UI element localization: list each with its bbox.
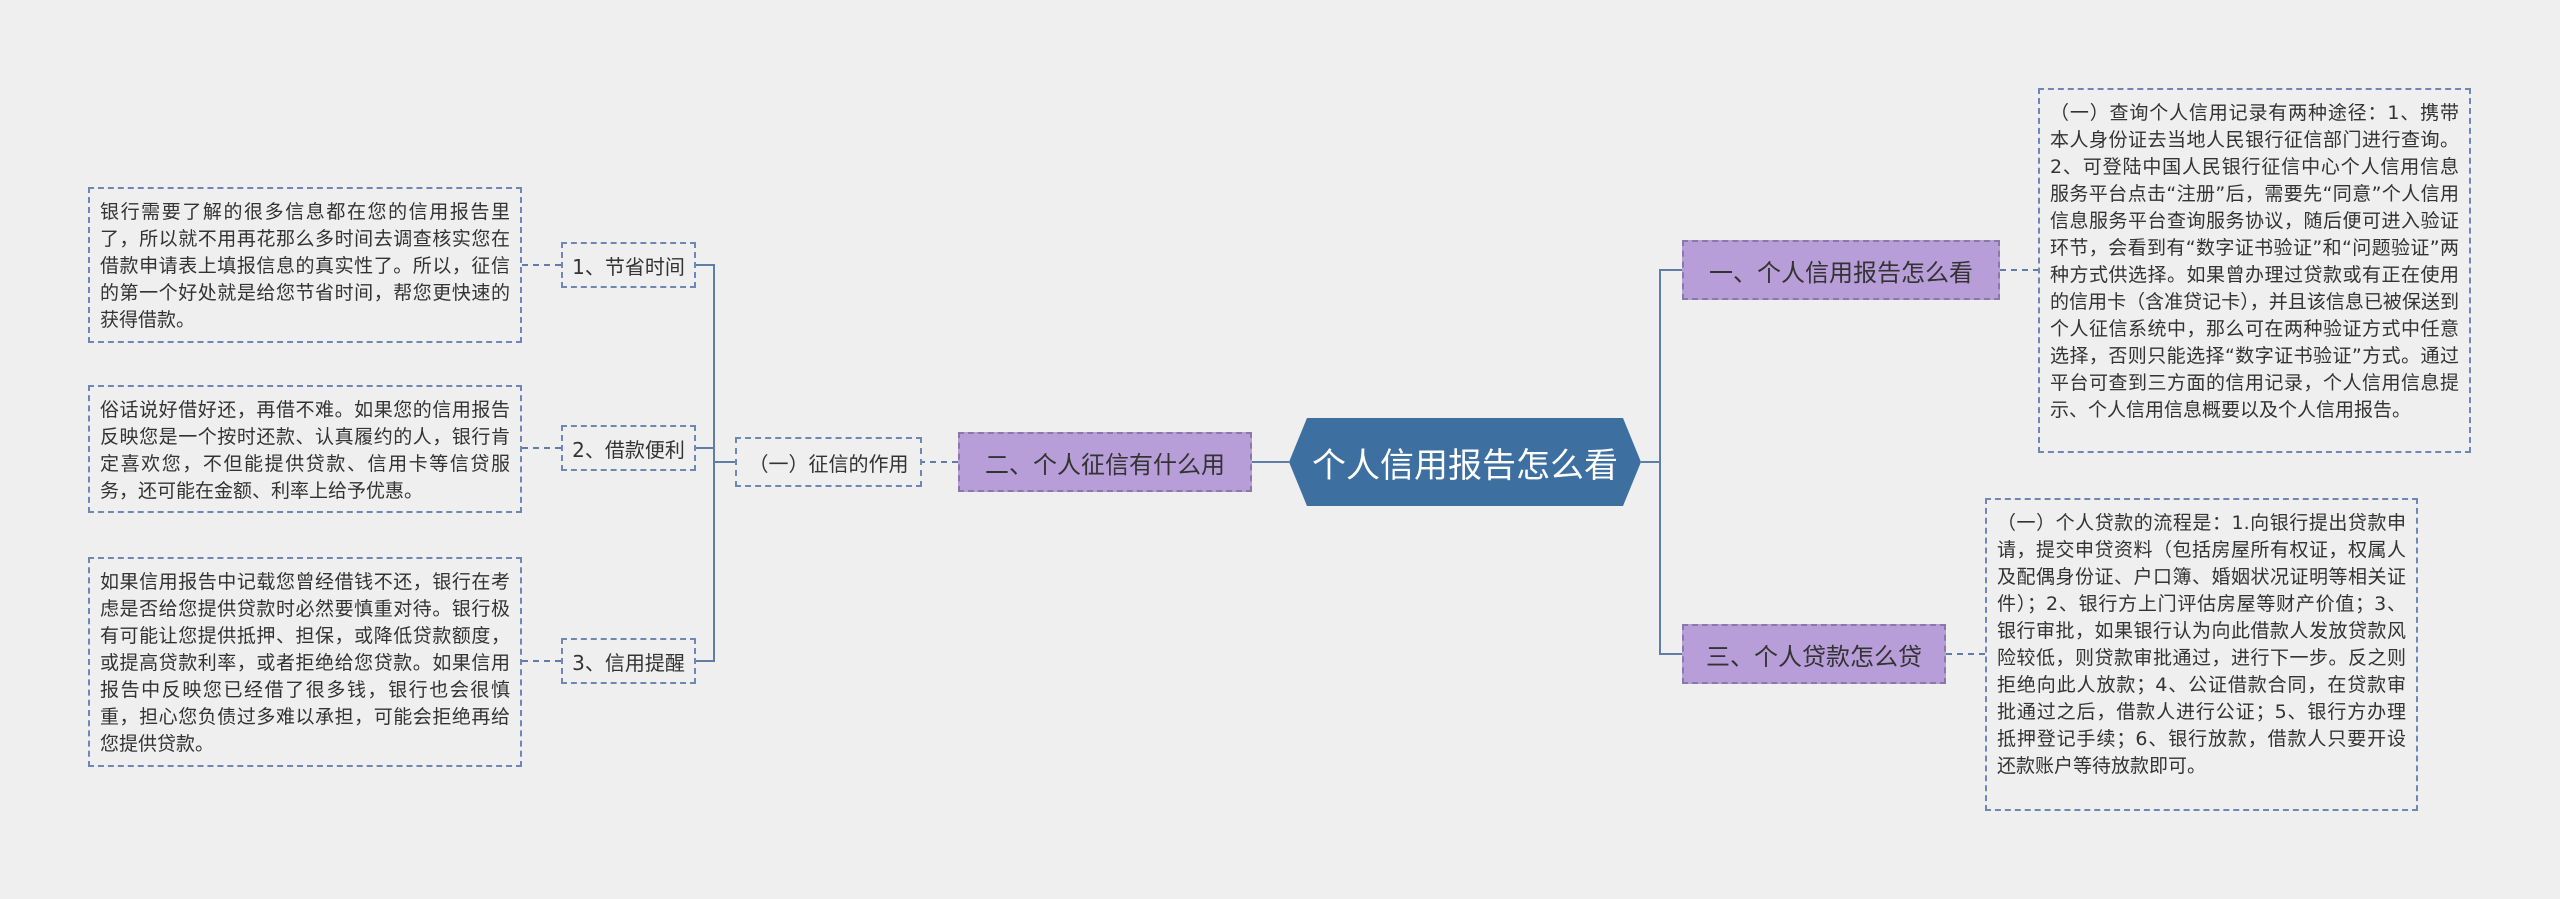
item-credit-reminder[interactable]: 3、信用提醒 <box>561 638 696 684</box>
item-label: 1、节省时间 <box>572 254 685 279</box>
link-root-branch3 <box>1641 461 1682 655</box>
item-label: 2、借款便利 <box>572 437 685 462</box>
item-label: 3、信用提醒 <box>572 650 685 675</box>
mindmap-canvas: 个人信用报告怎么看 一、个人信用报告怎么看 （一）查询个人信用记录有两种途径：1… <box>0 0 2560 899</box>
detail-text: （一）个人贷款的流程是：1.向银行提出贷款申请，提交申贷资料（包括房屋所有权证，… <box>1997 512 2406 777</box>
root-label: 个人信用报告怎么看 <box>1312 445 1618 486</box>
link-root-branch1 <box>1641 269 1682 463</box>
detail-credit-reminder[interactable]: 如果信用报告中记载您曾经借钱不还，银行在考虑是否给您提供贷款时必然要慎重对待。银… <box>88 557 522 767</box>
detail-text: 银行需要了解的很多信息都在您的信用报告里了，所以就不用再花那么多时间去调查核实您… <box>100 201 510 331</box>
item-easy-borrowing[interactable]: 2、借款便利 <box>561 425 696 471</box>
sub-label: （一）征信的作用 <box>748 451 909 476</box>
branch-label: 三、个人贷款怎么贷 <box>1706 642 1922 671</box>
branch-how-to-get-loan[interactable]: 三、个人贷款怎么贷 <box>1682 624 1946 684</box>
sub-credit-function[interactable]: （一）征信的作用 <box>735 437 922 487</box>
detail-text: （一）查询个人信用记录有两种途径：1、携带本人身份证去当地人民银行征信部门进行查… <box>2050 102 2459 421</box>
root-node[interactable]: 个人信用报告怎么看 <box>1289 418 1641 506</box>
detail-how-to-get-loan[interactable]: （一）个人贷款的流程是：1.向银行提出贷款申请，提交申贷资料（包括房屋所有权证，… <box>1985 498 2418 811</box>
detail-text: 俗话说好借好还，再借不难。如果您的信用报告反映您是一个按时还款、认真履约的人，银… <box>100 399 510 502</box>
detail-easy-borrowing[interactable]: 俗话说好借好还，再借不难。如果您的信用报告反映您是一个按时还款、认真履约的人，银… <box>88 385 522 513</box>
branch-credit-uses[interactable]: 二、个人征信有什么用 <box>958 432 1252 492</box>
detail-save-time[interactable]: 银行需要了解的很多信息都在您的信用报告里了，所以就不用再花那么多时间去调查核实您… <box>88 187 522 343</box>
item-save-time[interactable]: 1、节省时间 <box>561 242 696 288</box>
branch-label: 一、个人信用报告怎么看 <box>1709 258 1973 287</box>
branch-how-to-read-report[interactable]: 一、个人信用报告怎么看 <box>1682 240 2000 300</box>
branch-label: 二、个人征信有什么用 <box>985 450 1225 479</box>
detail-how-to-read-report[interactable]: （一）查询个人信用记录有两种途径：1、携带本人身份证去当地人民银行征信部门进行查… <box>2038 88 2471 453</box>
detail-text: 如果信用报告中记载您曾经借钱不还，银行在考虑是否给您提供贷款时必然要慎重对待。银… <box>100 571 510 755</box>
link-sub-items <box>696 264 735 662</box>
